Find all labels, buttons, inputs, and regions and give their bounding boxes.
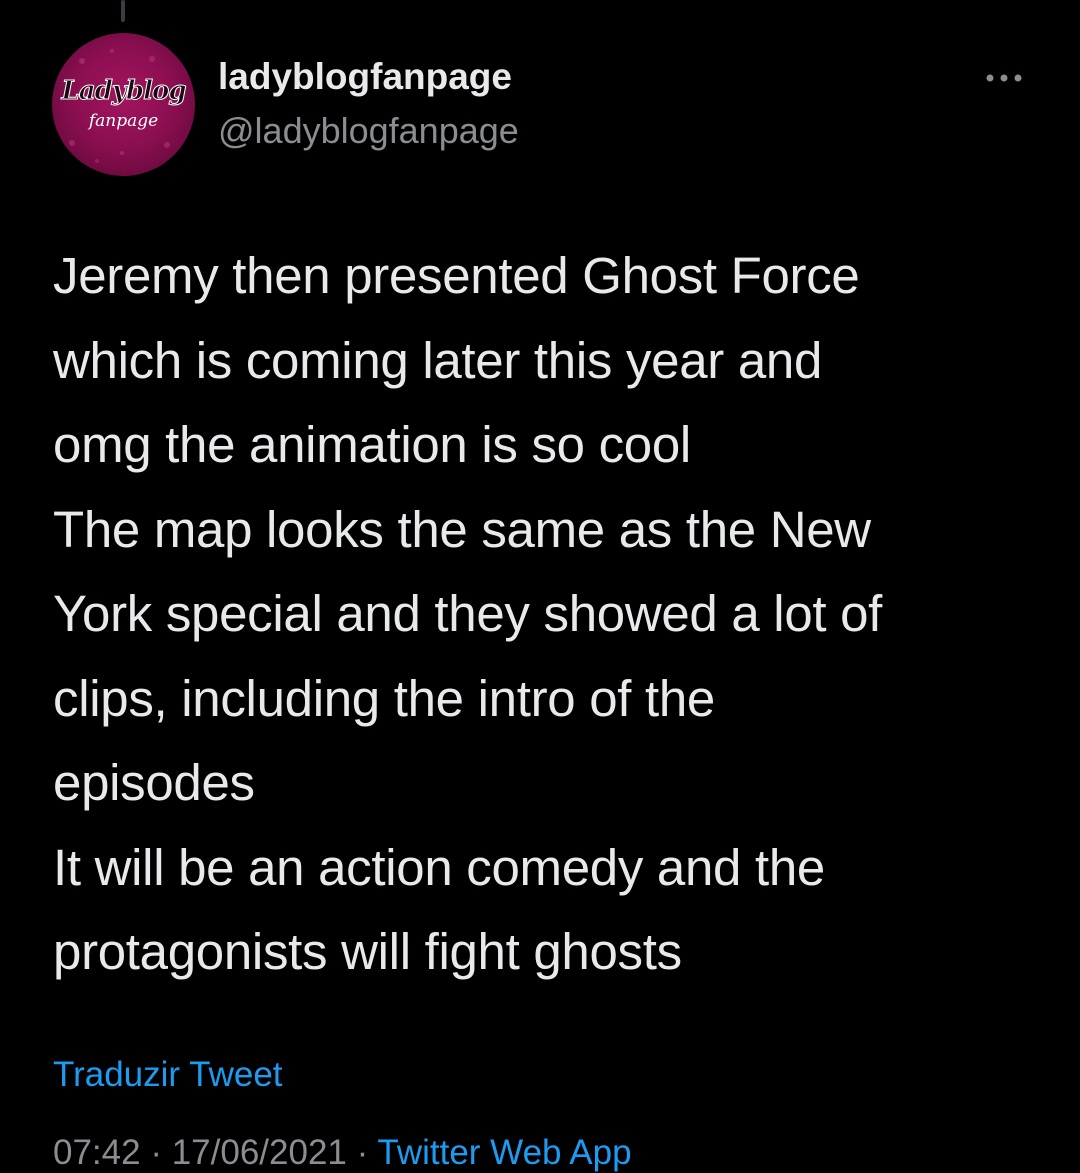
- tweet-text-line: omg the animation is so cool: [53, 416, 691, 473]
- tweet-text-line: which is coming later this year and: [53, 331, 823, 389]
- avatar-logo-title: Ladyblog: [61, 76, 187, 107]
- tweet-text: Jeremy then presented Ghost Force which …: [53, 234, 1043, 995]
- more-options-button[interactable]: [976, 60, 1032, 96]
- meta-separator: ·: [150, 1133, 162, 1172]
- tweet-text-line: It will be an action comedy and the: [53, 838, 825, 896]
- more-horizontal-icon: [986, 74, 1022, 82]
- tweet-text-line: York special and they showed a lot of: [53, 585, 883, 642]
- author-display-name[interactable]: ladyblogfanpage: [218, 56, 512, 98]
- tweet-time[interactable]: 07:42: [53, 1133, 141, 1172]
- tweet-text-line: The map looks the same as the New: [53, 500, 871, 558]
- translate-tweet-link[interactable]: Traduzir Tweet: [53, 1055, 283, 1095]
- thread-connector-line: [121, 0, 125, 22]
- avatar[interactable]: Ladyblog fanpage: [52, 33, 195, 176]
- author-handle[interactable]: @ladyblogfanpage: [218, 110, 519, 152]
- avatar-logo-subtitle: fanpage: [88, 111, 159, 131]
- tweet-text-line: protagonists will fight ghosts: [53, 923, 682, 980]
- tweet-text-line: episodes: [53, 754, 255, 811]
- tweet-meta: 07:42 · 17/06/2021 · Twitter Web App: [53, 1133, 632, 1173]
- tweet-source-link[interactable]: Twitter Web App: [377, 1133, 631, 1172]
- tweet-date[interactable]: 17/06/2021: [172, 1133, 347, 1172]
- meta-separator: ·: [356, 1133, 369, 1172]
- tweet-text-line: Jeremy then presented Ghost Force: [53, 247, 860, 304]
- tweet-text-line: clips, including the intro of the: [53, 669, 715, 727]
